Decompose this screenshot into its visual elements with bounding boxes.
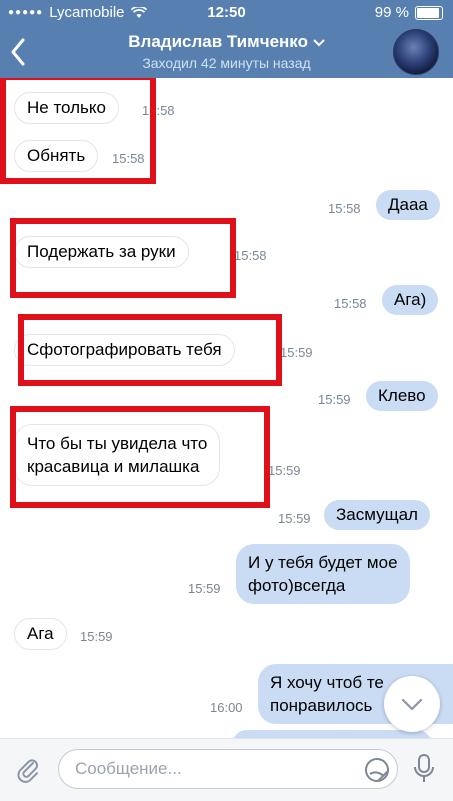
incoming-message[interactable]: Сфотографировать тебя bbox=[14, 334, 235, 366]
message-time: 15:59 bbox=[278, 511, 311, 526]
scroll-down-button[interactable] bbox=[384, 676, 440, 732]
message-time: 15:58 bbox=[334, 296, 367, 311]
outgoing-message[interactable]: И у тебя будет мое фото)всегда bbox=[236, 544, 410, 604]
sticker-icon[interactable] bbox=[364, 757, 390, 783]
message-input[interactable] bbox=[58, 749, 398, 789]
incoming-message[interactable]: Ага bbox=[14, 618, 67, 650]
battery-icon bbox=[415, 5, 443, 20]
incoming-message[interactable]: Не только bbox=[14, 92, 119, 124]
chat-header: Владислав Тимченко Заходил 42 минуты наз… bbox=[0, 26, 453, 78]
incoming-message[interactable]: Обнять bbox=[14, 140, 99, 172]
last-seen-status: Заходил 42 минуты назад bbox=[142, 55, 311, 71]
chevron-left-icon bbox=[11, 38, 25, 66]
chat-title: Владислав Тимченко bbox=[128, 32, 308, 51]
avatar[interactable] bbox=[393, 29, 439, 75]
status-bar: ●●●●● Lycamobile 12:50 99 % bbox=[0, 0, 453, 26]
outgoing-message[interactable]: Засмущал bbox=[324, 500, 430, 530]
outgoing-message[interactable]: Ага) bbox=[382, 285, 439, 315]
message-time: 15:59 bbox=[318, 392, 351, 407]
message-list[interactable]: Не только 15:58 Обнять 15:58 15:58 Дааа … bbox=[0, 78, 453, 738]
incoming-message[interactable]: Подержать за руки bbox=[14, 236, 189, 268]
chevron-down-icon bbox=[401, 698, 423, 711]
battery-percent: 99 % bbox=[374, 4, 409, 21]
paperclip-icon[interactable] bbox=[14, 755, 42, 783]
microphone-icon[interactable] bbox=[412, 753, 436, 785]
chat-title-area[interactable]: Владислав Тимченко Заходил 42 минуты наз… bbox=[80, 32, 373, 71]
outgoing-message[interactable]: Дааа bbox=[376, 190, 440, 220]
message-time: 16:00 bbox=[210, 700, 243, 715]
message-time: 15:59 bbox=[280, 345, 313, 360]
outgoing-message[interactable]: Клево bbox=[366, 381, 438, 411]
message-time: 15:59 bbox=[268, 463, 301, 478]
message-composer bbox=[0, 738, 453, 801]
message-time: 15:58 bbox=[142, 103, 175, 118]
chevron-down-icon bbox=[312, 39, 325, 47]
back-button[interactable] bbox=[10, 32, 40, 72]
message-time: 15:58 bbox=[328, 201, 361, 216]
message-time: 15:59 bbox=[80, 629, 113, 644]
message-time: 15:59 bbox=[188, 581, 221, 596]
message-time: 15:58 bbox=[234, 248, 267, 263]
incoming-message[interactable]: Что бы ты увидела что красавица и милашк… bbox=[14, 424, 221, 486]
message-time: 15:58 bbox=[112, 151, 145, 166]
